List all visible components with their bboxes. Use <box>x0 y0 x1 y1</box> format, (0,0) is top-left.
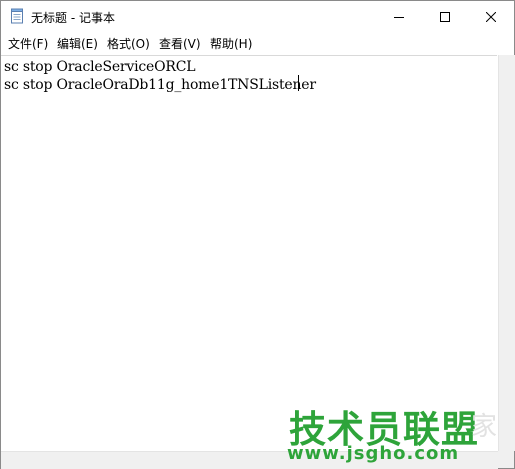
close-button[interactable] <box>468 1 514 32</box>
minimize-button[interactable] <box>376 1 422 32</box>
text-caret <box>298 75 299 91</box>
notepad-window: 无标题 - 记事本 文件(F) 编辑(E) 格式(O) 查看(V) 帮助(H) <box>0 0 515 469</box>
vertical-scrollbar[interactable] <box>498 55 515 451</box>
title-bar[interactable]: 无标题 - 记事本 <box>1 1 514 32</box>
maximize-icon <box>440 11 450 22</box>
close-icon <box>486 11 496 22</box>
text-line-2: sc stop OracleOraDb11g_home1TNSListener <box>4 77 316 93</box>
window-title: 无标题 - 记事本 <box>31 11 115 25</box>
menu-file[interactable]: 文件(F) <box>8 35 48 52</box>
minimize-icon <box>394 12 404 22</box>
text-line-1: sc stop OracleServiceORCL <box>4 59 196 75</box>
notepad-icon <box>9 8 25 24</box>
menu-bar: 文件(F) 编辑(E) 格式(O) 查看(V) 帮助(H) <box>1 32 514 54</box>
maximize-button[interactable] <box>422 1 468 32</box>
menu-format[interactable]: 格式(O) <box>107 35 150 52</box>
menu-view[interactable]: 查看(V) <box>159 35 201 52</box>
size-grip[interactable] <box>498 451 514 468</box>
watermark-url: www.jsgho.com <box>287 443 460 464</box>
text-editor[interactable]: sc stop OracleServiceORCL sc stop Oracle… <box>1 55 497 451</box>
menu-help[interactable]: 帮助(H) <box>210 35 252 52</box>
menu-edit[interactable]: 编辑(E) <box>57 35 98 52</box>
watermark-extra: 家 <box>471 412 498 442</box>
